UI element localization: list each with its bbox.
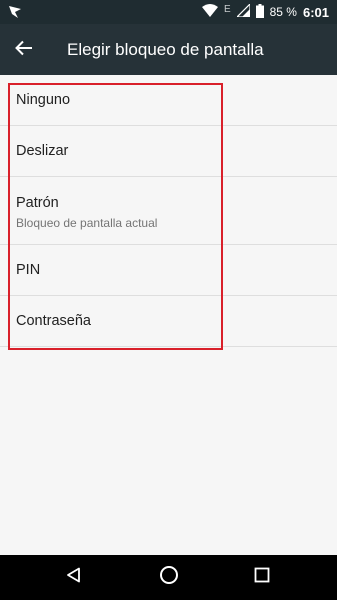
option-subtitle: Bloqueo de pantalla actual [16,216,158,230]
signal-icon [235,2,251,20]
status-bar: E 85 % 6:01 [0,0,337,24]
screen: E 85 % 6:01 Elegir bloqueo de pantalla N… [0,0,337,600]
option-label: Patrón [16,195,59,211]
nav-home-button[interactable] [147,555,191,600]
nav-bar [0,555,337,600]
arrow-left-icon [15,40,33,61]
home-circle-icon [159,565,179,590]
wifi-icon [201,4,218,20]
nav-recents-button[interactable] [240,555,284,600]
app-notification-icon [8,5,22,19]
network-type-indicator: E [223,3,231,15]
lock-options-list: Ninguno Deslizar Patrón Bloqueo de panta… [0,75,337,347]
option-patron[interactable]: Patrón Bloqueo de pantalla actual [0,177,337,245]
clock: 6:01 [302,4,329,20]
nav-back-button[interactable] [52,555,96,600]
recents-square-icon [254,567,270,588]
option-label: Ninguno [16,92,71,108]
app-bar: Elegir bloqueo de pantalla [0,24,337,75]
option-contrasena[interactable]: Contraseña [0,296,337,347]
option-deslizar[interactable]: Deslizar [0,126,337,177]
back-triangle-icon [66,567,82,588]
battery-icon [255,3,264,21]
back-button[interactable] [10,36,38,64]
option-pin[interactable]: PIN [0,245,337,296]
battery-percent: 85 % [269,5,297,19]
page-title: Elegir bloqueo de pantalla [67,40,264,59]
status-icons: E 85 % 6:01 [201,0,329,24]
option-label: Deslizar [16,143,69,159]
option-label: PIN [16,262,41,278]
option-label: Contraseña [16,313,91,329]
option-ninguno[interactable]: Ninguno [0,75,337,126]
